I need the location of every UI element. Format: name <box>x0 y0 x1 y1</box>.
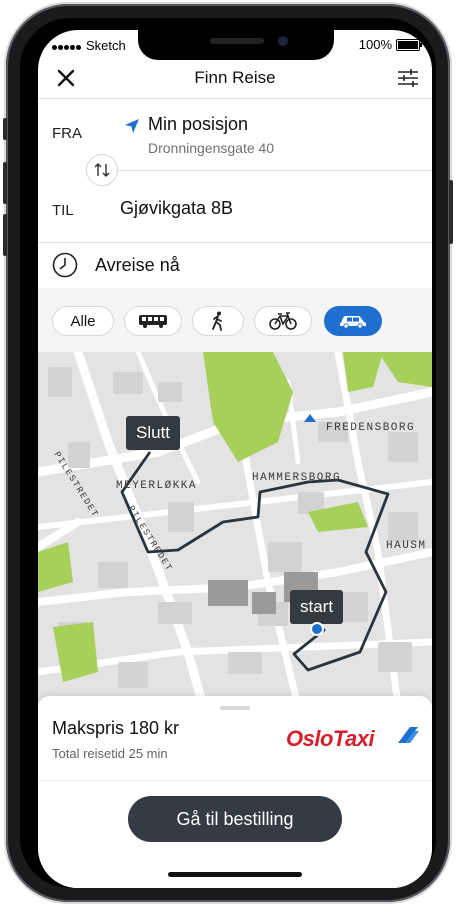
from-location[interactable]: Min posisjon <box>148 114 248 135</box>
mode-bicycle-button[interactable] <box>254 306 312 336</box>
end-pin[interactable]: Slutt <box>126 416 181 450</box>
from-label: FRA <box>52 125 82 142</box>
mute-switch <box>3 118 7 140</box>
order-button[interactable]: Gå til bestilling <box>128 796 342 842</box>
street-label: HAUSM <box>386 540 427 552</box>
map-view[interactable]: MEYERLØKKA HAMMERSBORG FREDENSBORG HAUSM… <box>38 352 432 706</box>
total-travel-time: Total reisetid 25 min <box>52 746 168 761</box>
carrier-name: Sketch <box>86 38 126 53</box>
location-arrow-icon <box>125 119 139 133</box>
start-pin[interactable]: start <box>290 590 344 624</box>
mode-car-button[interactable] <box>324 306 382 336</box>
volume-down-button <box>3 214 7 256</box>
status-right: 100% <box>358 37 422 52</box>
max-price: Makspris 180 kr <box>52 718 180 738</box>
sheet-divider <box>38 780 432 781</box>
departure-label: Avreise nå <box>95 255 180 275</box>
swap-arrows-icon <box>94 163 110 177</box>
volume-up-button <box>3 162 7 204</box>
route-divider <box>104 170 432 171</box>
signal-icon <box>52 38 82 53</box>
departure-row[interactable]: Avreise nå <box>38 242 432 289</box>
current-location-marker <box>310 622 324 636</box>
filter-button[interactable] <box>394 64 422 92</box>
battery-icon <box>396 38 422 51</box>
street-label: HAMMERSBORG <box>252 472 342 484</box>
nav-bar: Finn Reise <box>38 58 432 99</box>
to-location[interactable]: Gjøvikgata 8B <box>120 198 233 219</box>
status-bar: Sketch 100% <box>38 30 432 58</box>
mode-bus-button[interactable] <box>124 306 182 336</box>
battery-percent: 100% <box>358 37 392 52</box>
mode-all-label: Alle <box>70 312 96 330</box>
street-label: MEYERLØKKA <box>116 480 198 492</box>
drag-handle[interactable] <box>220 706 250 710</box>
street-label: FREDENSBORG <box>326 422 416 434</box>
home-indicator <box>168 872 302 877</box>
result-sheet: Makspris 180 kr Total reisetid 25 min Os… <box>38 696 432 888</box>
car-icon <box>340 316 366 329</box>
provider-logo: OsloTaxi <box>286 726 375 751</box>
app-screen: Sketch 100% Finn Reise FRA Min posisjon … <box>38 30 432 888</box>
bicycle-icon <box>269 312 297 330</box>
page-title: Finn Reise <box>194 68 276 87</box>
sliders-icon <box>398 69 418 87</box>
status-left: Sketch <box>52 38 126 53</box>
to-label: TIL <box>52 202 74 219</box>
swap-button[interactable] <box>86 154 118 186</box>
mode-walk-button[interactable] <box>192 306 244 336</box>
logo-swoosh-icon <box>398 727 419 743</box>
transport-mode-bar: Alle <box>38 288 432 352</box>
mode-all-button[interactable]: Alle <box>52 306 114 336</box>
power-button <box>449 180 453 244</box>
bus-icon <box>139 315 167 328</box>
walk-icon <box>212 311 222 331</box>
from-address: Dronningensgate 40 <box>148 140 275 156</box>
clock-icon <box>52 252 78 278</box>
route-panel: FRA Min posisjon Dronningensgate 40 TIL … <box>38 98 432 243</box>
map-background <box>38 352 432 706</box>
